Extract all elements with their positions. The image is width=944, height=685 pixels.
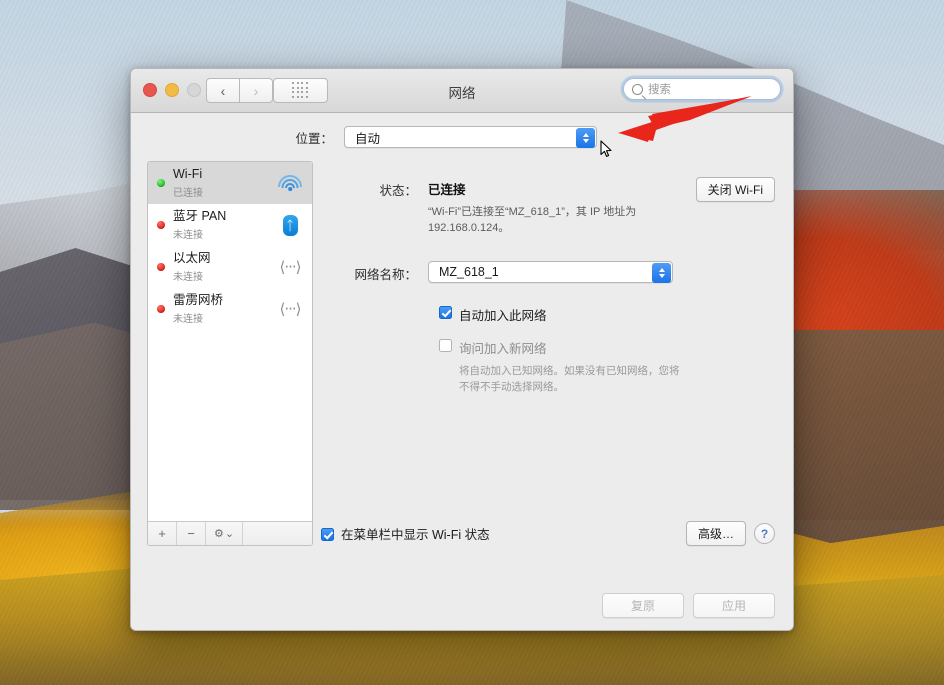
mouse-cursor — [600, 140, 612, 157]
apply-button[interactable]: 应用 — [693, 592, 775, 618]
ask-join-checkbox[interactable] — [439, 338, 452, 352]
window-titlebar: ‹ › 网络 搜索 — [131, 69, 793, 113]
plus-icon: + — [158, 526, 166, 541]
advanced-button[interactable]: 高级… — [685, 521, 746, 546]
interface-text: 蓝牙 PAN 未连接 — [173, 207, 277, 243]
revert-button[interactable]: 复原 — [602, 592, 684, 618]
interface-actions-button[interactable]: ⚙ ⌄ — [206, 522, 243, 545]
wifi-icon — [277, 171, 303, 195]
interface-name: 蓝牙 PAN — [173, 209, 227, 223]
network-name-stepper-icon[interactable] — [652, 262, 671, 283]
interface-text: Wi-Fi 已连接 — [173, 165, 277, 201]
network-name-row: 网络名称： MZ_618_1 — [321, 260, 777, 283]
sidebar-item-wifi[interactable]: Wi-Fi 已连接 — [148, 162, 312, 204]
minus-icon: − — [187, 526, 195, 541]
location-label: 位置： — [295, 131, 333, 146]
interface-name: 雷雳网桥 — [173, 293, 224, 307]
status-label: 状态： — [379, 184, 417, 198]
auto-join-label: 自动加入此网络 — [459, 308, 547, 323]
search-icon — [632, 83, 643, 95]
interface-state: 未连接 — [173, 314, 203, 325]
sidebar-toolbar: + − ⚙ ⌄ — [148, 521, 312, 545]
interface-state: 未连接 — [173, 272, 203, 283]
sidebar-toolbar-spacer — [243, 522, 312, 545]
pane-bottom-row: 在菜单栏中显示 Wi-Fi 状态 高级… ? — [321, 521, 775, 546]
location-popup-button[interactable]: 自动 — [344, 126, 597, 148]
status-dot-icon — [157, 305, 165, 313]
status-value: 已连接 — [428, 183, 466, 197]
interface-sidebar: Wi-Fi 已连接 蓝牙 PAN 未连接 ᛏ 以太网 未连接 ⟨···⟩ 雷雳网… — [147, 161, 313, 546]
status-dot-icon — [157, 221, 165, 229]
preferences-body: Wi-Fi 已连接 蓝牙 PAN 未连接 ᛏ 以太网 未连接 ⟨···⟩ 雷雳网… — [131, 161, 793, 581]
auto-join-checkbox[interactable] — [439, 305, 452, 319]
add-interface-button[interactable]: + — [148, 522, 177, 545]
help-button[interactable]: ? — [754, 523, 775, 544]
status-description: “Wi-Fi”已连接至“MZ_618_1”，其 IP 地址为 192.168.0… — [428, 206, 637, 234]
search-field[interactable]: 搜索 — [623, 78, 781, 100]
auto-join-checkbox-row[interactable]: 自动加入此网络 — [439, 305, 777, 324]
interface-name: Wi-Fi — [173, 167, 203, 181]
network-name-value: MZ_618_1 — [439, 264, 499, 279]
interface-state: 未连接 — [173, 230, 203, 241]
network-name-label: 网络名称： — [354, 267, 417, 282]
sidebar-item-thunderbolt-bridge[interactable]: 雷雳网桥 未连接 ⟨···⟩ — [148, 288, 312, 330]
show-wifi-status-label: 在菜单栏中显示 Wi-Fi 状态 — [341, 528, 490, 542]
location-value: 自动 — [355, 131, 381, 146]
location-stepper-icon[interactable] — [576, 128, 595, 148]
status-dot-icon — [157, 179, 165, 187]
network-preferences-window: ‹ › 网络 搜索 位置： 自动 Wi-Fi 已连接 蓝牙 PAN 未连接 ᛏ … — [130, 68, 794, 631]
wifi-detail-pane: 状态： 已连接 “Wi-Fi”已连接至“MZ_618_1”，其 IP 地址为 1… — [321, 161, 777, 546]
ethernet-icon: ⟨···⟩ — [279, 300, 301, 318]
sidebar-item-ethernet[interactable]: 以太网 未连接 ⟨···⟩ — [148, 246, 312, 288]
ask-join-hint: 将自动加入已知网络。如果没有已知网络，您将不得不手动选择网络。 — [459, 364, 680, 393]
ask-join-checkbox-row[interactable]: 询问加入新网络 — [439, 338, 777, 357]
search-placeholder: 搜索 — [648, 84, 671, 96]
bluetooth-icon: ᛏ — [277, 213, 303, 237]
sidebar-item-bluetooth-pan[interactable]: 蓝牙 PAN 未连接 ᛏ — [148, 204, 312, 246]
toggle-wifi-button[interactable]: 关闭 Wi-Fi — [695, 177, 775, 202]
ethernet-icon: ⟨···⟩ — [279, 258, 301, 276]
network-name-popup-button[interactable]: MZ_618_1 — [428, 260, 673, 283]
gear-icon: ⚙ — [213, 528, 224, 540]
interface-text: 雷雳网桥 未连接 — [173, 291, 277, 327]
interface-state: 已连接 — [173, 188, 203, 199]
interface-name: 以太网 — [173, 251, 211, 265]
status-block: 已连接 “Wi-Fi”已连接至“MZ_618_1”，其 IP 地址为 192.1… — [428, 177, 656, 237]
interface-text: 以太网 未连接 — [173, 249, 277, 285]
interface-list: Wi-Fi 已连接 蓝牙 PAN 未连接 ᛏ 以太网 未连接 ⟨···⟩ 雷雳网… — [148, 162, 312, 521]
chevron-down-icon: ⌄ — [224, 528, 235, 540]
window-footer: 复原 应用 — [131, 580, 793, 630]
remove-interface-button[interactable]: − — [177, 522, 206, 545]
ask-join-label: 询问加入新网络 — [459, 341, 547, 356]
status-dot-icon — [157, 263, 165, 271]
location-row: 位置： 自动 — [131, 113, 793, 161]
show-wifi-status-checkbox[interactable] — [321, 527, 334, 541]
